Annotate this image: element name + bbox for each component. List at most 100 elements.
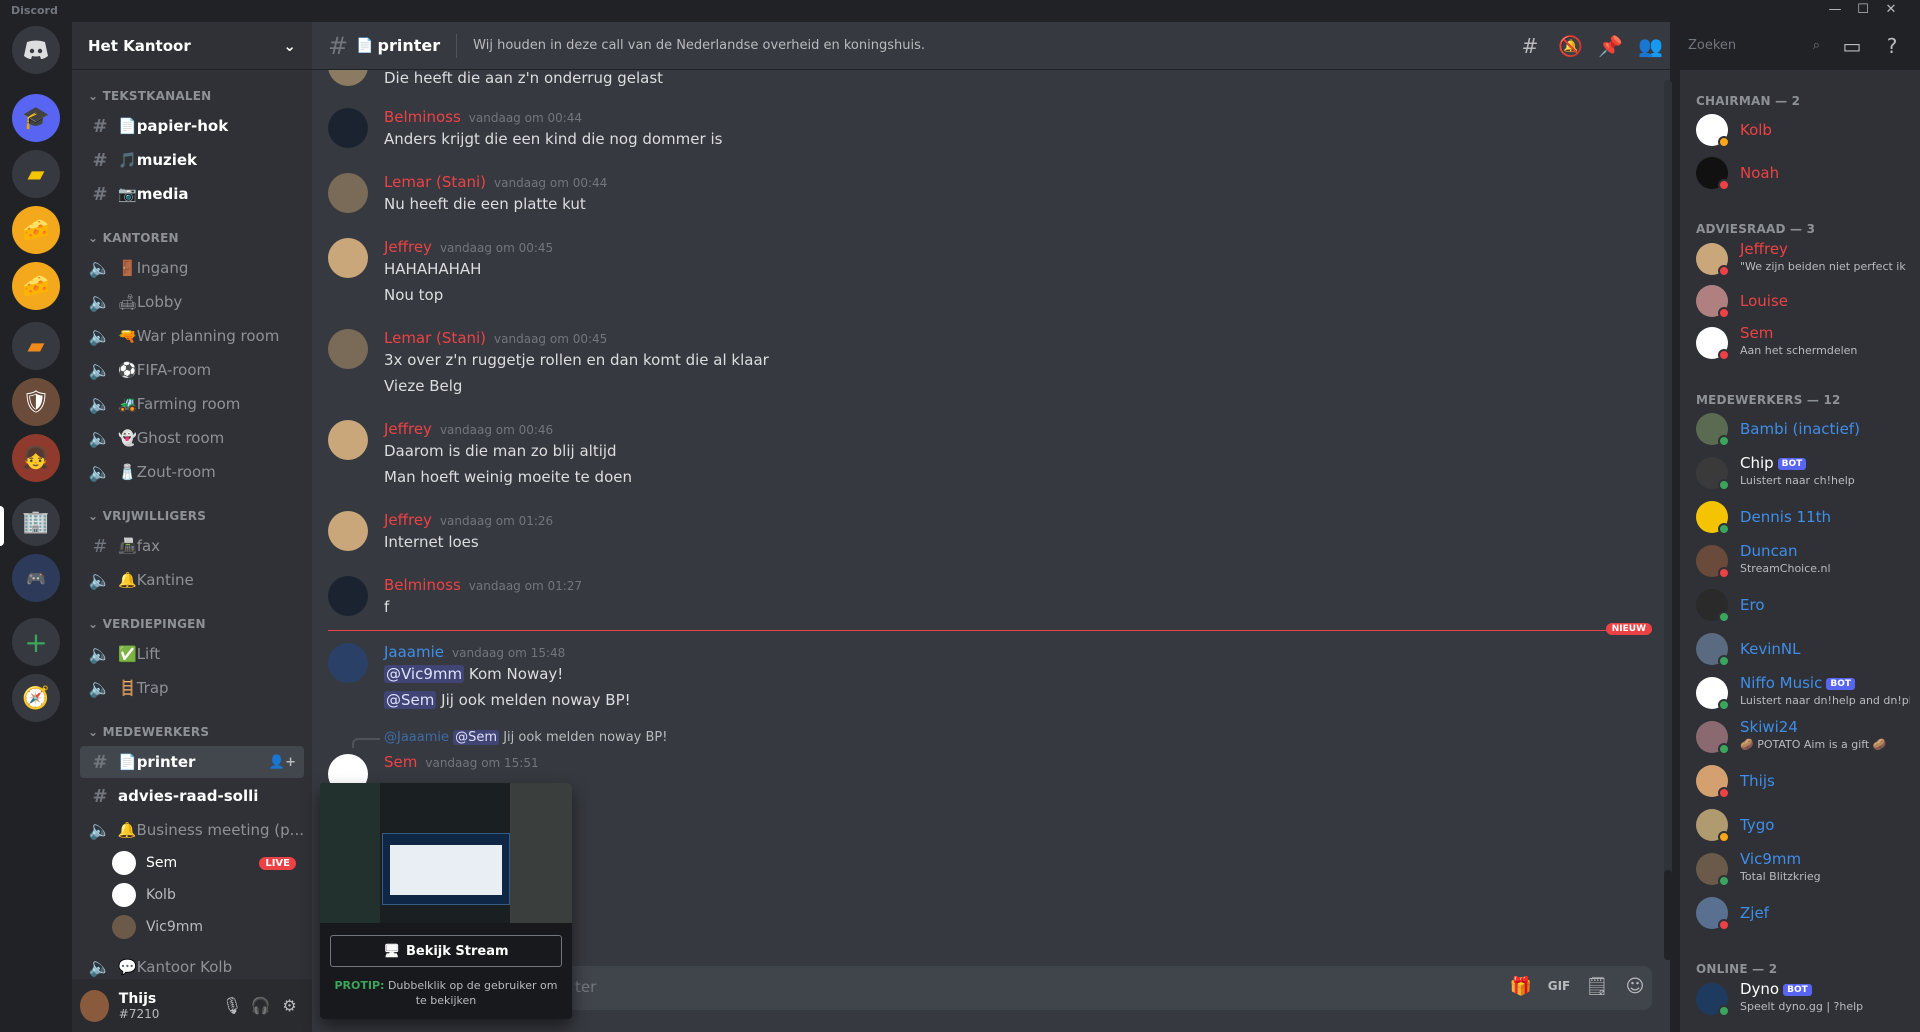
channel-fax[interactable]: # 📠 fax	[80, 530, 304, 562]
avatar[interactable]	[328, 238, 368, 278]
member-item[interactable]: Bambi (inactief)	[1688, 408, 1916, 450]
voice-channel-war-planning[interactable]: 🔈 🔫 War planning room	[80, 320, 304, 352]
author-name[interactable]: Jaaamie	[384, 643, 444, 661]
avatar[interactable]	[328, 108, 368, 148]
channel-muziek[interactable]: # 🎵 muziek	[80, 144, 304, 176]
gear-icon[interactable]: ⚙	[275, 996, 304, 1015]
minimize-icon[interactable]: —	[1822, 0, 1848, 22]
message[interactable]: Belminoss vandaag om 00:44 Anders krijgt …	[312, 108, 1652, 158]
author-name[interactable]: Jeffrey	[384, 238, 432, 256]
avatar[interactable]	[328, 511, 368, 551]
pin-icon[interactable]: 📌	[1598, 34, 1623, 58]
member-item[interactable]: Thijs	[1688, 760, 1916, 802]
member-item[interactable]: Ero	[1688, 584, 1916, 626]
message[interactable]: Jeffrey vandaag om 00:46 Daarom is die ma…	[312, 420, 1652, 490]
author-name[interactable]: Sem	[384, 753, 417, 771]
member-item[interactable]: Duncan StreamChoice.nl	[1688, 540, 1916, 582]
guild-cheese-icon[interactable]: 🧀	[12, 206, 60, 254]
guild-folder-icon[interactable]: ▰	[12, 322, 60, 370]
member-item[interactable]: Jeffrey "We zijn beiden niet perfect ik .…	[1688, 238, 1916, 280]
voice-channel-ingang[interactable]: 🔈 🚪 Ingang	[80, 252, 304, 284]
message[interactable]: Lemar (Stani) vandaag om 00:45 3x over z'…	[312, 329, 1652, 399]
voice-user-kolb[interactable]: Kolb	[112, 880, 304, 910]
channel-topic[interactable]: Wij houden in deze call van de Nederland…	[473, 38, 925, 53]
add-member-icon[interactable]: 👤+	[269, 755, 296, 770]
avatar[interactable]	[328, 329, 368, 369]
guild-school-icon[interactable]: 🎓	[12, 94, 60, 142]
member-item[interactable]: Dyno BOT Speelt dyno.gg | ?help	[1688, 978, 1916, 1020]
author-name[interactable]: Belminoss	[384, 576, 461, 594]
category-vrijwilligers[interactable]: ⌄ VRIJWILLIGERS	[72, 509, 312, 523]
gif-icon[interactable]: GIF	[1546, 979, 1572, 993]
user-mention[interactable]: @Vic9mm	[384, 665, 465, 683]
guild-folder-icon[interactable]: ▰	[12, 150, 60, 198]
close-icon[interactable]: ✕	[1878, 0, 1904, 22]
voice-channel-zout[interactable]: 🔈 🧂 Zout-room	[80, 456, 304, 488]
voice-channel-farming[interactable]: 🔈 🚜 Farming room	[80, 388, 304, 420]
help-icon[interactable]: ?	[1880, 34, 1904, 58]
guild-game-icon[interactable]: 🎮	[12, 554, 60, 602]
message[interactable]: Jeffrey vandaag om 00:45 HAHAHAHAH Nou to…	[312, 238, 1652, 308]
author-name[interactable]: Belminoss	[384, 108, 461, 126]
threads-icon[interactable]: #	[1518, 34, 1542, 58]
member-item[interactable]: Chip BOT Luistert naar ch!help	[1688, 452, 1916, 494]
avatar[interactable]	[328, 420, 368, 460]
members-icon[interactable]: 👥	[1638, 34, 1663, 58]
reply-preview[interactable]: @Jaaamie @Sem Jij ook melden noway BP!	[384, 730, 667, 745]
category-kantoren[interactable]: ⌄ KANTOREN	[72, 231, 312, 245]
member-item[interactable]: Tygo	[1688, 804, 1916, 846]
inbox-icon[interactable]: ▭	[1840, 34, 1864, 58]
message[interactable]: Jaaamie vandaag om 15:48 @Vic9mm Kom Nowa…	[312, 643, 1652, 713]
voice-channel-kantine[interactable]: 🔈 🔔 Kantine	[80, 564, 304, 596]
category-verdiepingen[interactable]: ⌄ VERDIEPINGEN	[72, 617, 312, 631]
sticker-icon[interactable]: 🗒	[1584, 976, 1610, 997]
member-item[interactable]: Dennis 11th	[1688, 496, 1916, 538]
category-tekstkanalen[interactable]: ⌄ TEKSTKANALEN	[72, 89, 312, 103]
voice-channel-lobby[interactable]: 🔈 🛋 Lobby	[80, 286, 304, 318]
member-item[interactable]: KevinNL	[1688, 628, 1916, 670]
message[interactable]: Belminoss vandaag om 01:27 f	[312, 576, 1652, 626]
voice-channel-ghost[interactable]: 🔈 👻 Ghost room	[80, 422, 304, 454]
member-item[interactable]: Kolb	[1688, 109, 1916, 151]
microphone-icon[interactable]: 🎙	[218, 996, 247, 1015]
category-medewerkers[interactable]: ⌄ MEDEWERKERS	[72, 725, 312, 739]
voice-channel-fifa[interactable]: 🔈 ⚽ FIFA-room	[80, 354, 304, 386]
voice-channel-business-meeting[interactable]: 🔈 🔔 Business meeting (p...	[80, 814, 304, 846]
guild-office-icon[interactable]: 🏢	[12, 498, 60, 546]
mute-bell-icon[interactable]: 🔕	[1558, 34, 1583, 58]
author-name[interactable]: Lemar (Stani)	[384, 173, 486, 191]
chat-scrollbar[interactable]	[1664, 80, 1672, 960]
member-item[interactable]: Louise	[1688, 280, 1916, 322]
search-input[interactable]: Zoeken ⌕	[1682, 34, 1826, 58]
message[interactable]: Die heeft die aan z'n onderrug gelast	[312, 70, 1652, 96]
emoji-icon[interactable]: ☺	[1622, 976, 1648, 997]
member-item[interactable]: Sem Aan het schermdelen	[1688, 322, 1916, 364]
voice-channel-lift[interactable]: 🔈 ✅ Lift	[80, 638, 304, 670]
author-name[interactable]: Jeffrey	[384, 511, 432, 529]
member-item[interactable]: Skiwi24 🥔 POTATO Aim is a gift 🥔	[1688, 716, 1916, 758]
message[interactable]: Jeffrey vandaag om 01:26 Internet loes	[312, 511, 1652, 561]
avatar[interactable]	[328, 643, 368, 683]
maximize-icon[interactable]: ☐	[1850, 0, 1876, 22]
member-item[interactable]: Noah	[1688, 152, 1916, 194]
channel-papier-hok[interactable]: # 📄 papier-hok	[80, 110, 304, 142]
user-mention[interactable]: @Sem	[384, 691, 437, 709]
guild-badge-icon[interactable]: 🛡	[12, 378, 60, 426]
channel-printer[interactable]: # 📄 printer 👤+	[80, 746, 304, 778]
guild-cheese-icon[interactable]: 🧀	[12, 262, 60, 310]
avatar[interactable]	[328, 576, 368, 616]
gift-icon[interactable]: 🎁	[1508, 976, 1534, 997]
voice-user-vic9mm[interactable]: Vic9mm	[112, 912, 304, 942]
discord-home-icon[interactable]	[12, 26, 60, 74]
stream-preview[interactable]	[320, 783, 572, 923]
scroll-thumb[interactable]	[1664, 870, 1672, 960]
voice-user-sem[interactable]: Sem LIVE	[112, 848, 304, 878]
member-item[interactable]: Niffo Music BOT Luistert naar dn!help and …	[1688, 672, 1916, 714]
channel-media[interactable]: # 📷 media	[80, 178, 304, 210]
watch-stream-button[interactable]: 🖥 Bekijk Stream	[330, 935, 562, 967]
explore-servers-icon[interactable]: 🧭	[12, 674, 60, 722]
author-name[interactable]: Jeffrey	[384, 420, 432, 438]
member-item[interactable]: Vic9mm Total Blitzkrieg	[1688, 848, 1916, 890]
member-item[interactable]: Zjef	[1688, 892, 1916, 934]
channel-advies-raad-solli[interactable]: # advies-raad-solli	[80, 780, 304, 812]
